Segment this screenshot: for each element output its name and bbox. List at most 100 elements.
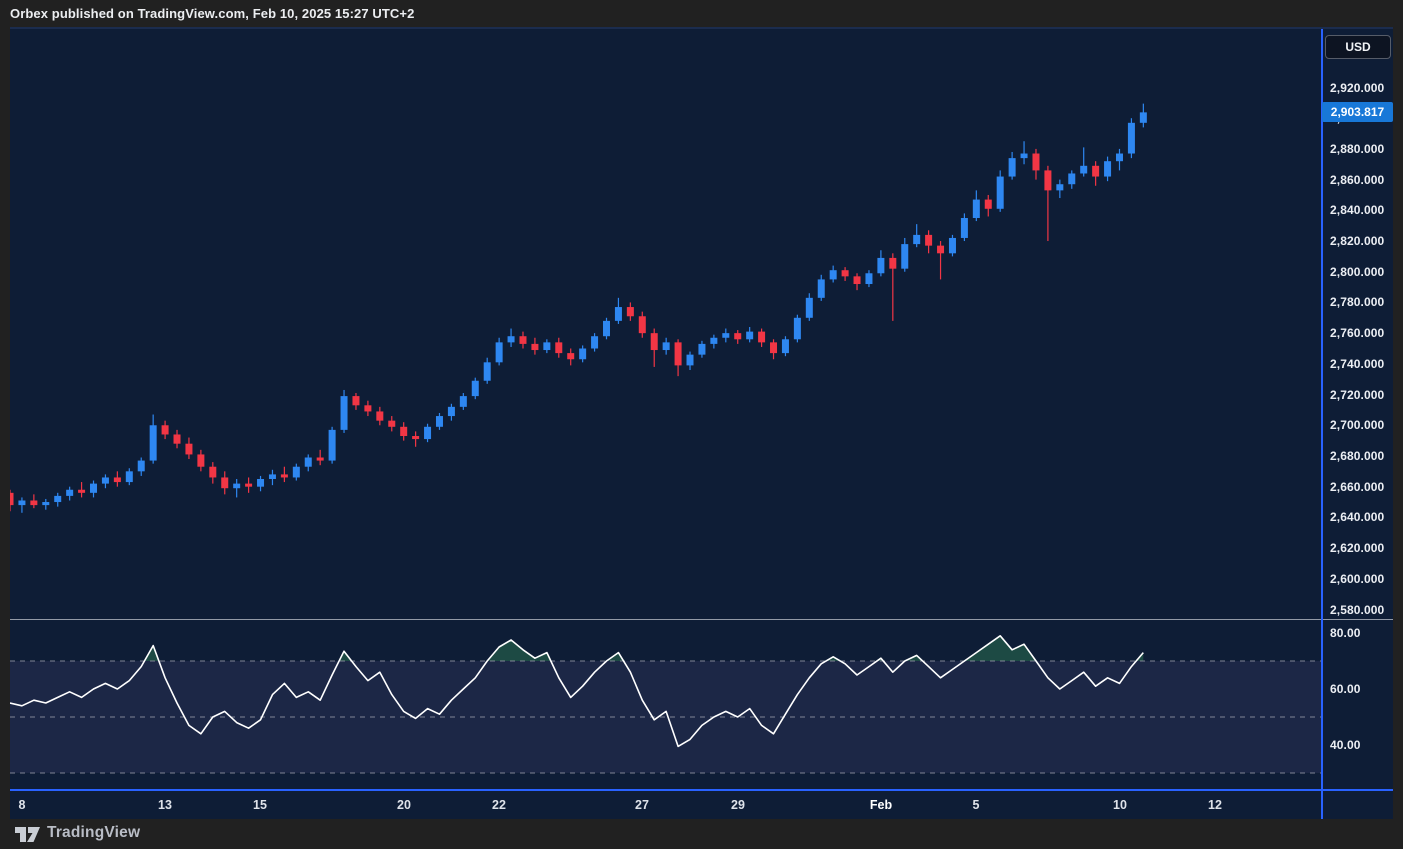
candle-body xyxy=(734,333,741,339)
candle-body xyxy=(698,344,705,355)
time-tick-label: 20 xyxy=(397,798,411,812)
candle-body xyxy=(388,421,395,427)
candle-body xyxy=(997,177,1004,209)
candle-body xyxy=(1116,154,1123,162)
price-tick-label: 2,660.000 xyxy=(1330,479,1393,495)
candle-body xyxy=(782,339,789,353)
rsi-tick-label: 60.00 xyxy=(1330,681,1393,697)
candle-body xyxy=(1140,112,1147,122)
price-tick-label: 2,680.000 xyxy=(1330,448,1393,464)
candle-body xyxy=(317,458,324,461)
candle-body xyxy=(54,496,61,502)
publish-header: Orbex published on TradingView.com, Feb … xyxy=(0,0,1403,27)
candle-body xyxy=(412,436,419,439)
candle-body xyxy=(722,333,729,338)
currency-toggle-button[interactable]: USD xyxy=(1325,35,1391,59)
candle-body xyxy=(806,298,813,318)
candle-body xyxy=(937,246,944,254)
candle-body xyxy=(269,474,276,479)
candle-body xyxy=(78,490,85,493)
rsi-pane[interactable] xyxy=(10,620,1393,789)
candle-body xyxy=(639,316,646,333)
candle-body xyxy=(830,270,837,279)
candle-body xyxy=(973,200,980,218)
time-tick-label: 10 xyxy=(1113,798,1127,812)
candle-body xyxy=(257,479,264,487)
candle-body xyxy=(114,477,121,482)
candle-body xyxy=(352,396,359,405)
candle-body xyxy=(746,332,753,340)
chart-widget[interactable]: 2,920.0002,900.0002,880.0002,860.0002,84… xyxy=(10,27,1393,817)
candle-body xyxy=(1021,154,1028,159)
candle-body xyxy=(555,342,562,353)
candle-body xyxy=(209,467,216,478)
time-tick-label: 13 xyxy=(158,798,172,812)
rsi-tick-label: 40.00 xyxy=(1330,737,1393,753)
candle-body xyxy=(985,200,992,209)
candle-body xyxy=(496,342,503,362)
candle-body xyxy=(508,336,515,342)
candle-body xyxy=(818,279,825,297)
candle-body xyxy=(1032,154,1039,171)
candle-body xyxy=(961,218,968,238)
price-tick-label: 2,640.000 xyxy=(1330,509,1393,525)
candle-body xyxy=(579,349,586,360)
candle-body xyxy=(424,427,431,439)
candle-body xyxy=(543,342,550,350)
price-tick-label: 2,740.000 xyxy=(1330,356,1393,372)
candle-body xyxy=(925,235,932,246)
candle-body xyxy=(126,471,133,482)
candle-body xyxy=(245,484,252,487)
candle-body xyxy=(663,342,670,350)
price-tick-label: 2,800.000 xyxy=(1330,264,1393,280)
candle-body xyxy=(185,444,192,455)
candle-body xyxy=(794,318,801,339)
time-tick-label: 8 xyxy=(19,798,26,812)
candle-body xyxy=(913,235,920,244)
price-tick-label: 2,820.000 xyxy=(1330,233,1393,249)
candle-body xyxy=(1128,123,1135,154)
price-tick-label: 2,840.000 xyxy=(1330,202,1393,218)
candle-body xyxy=(1056,184,1063,190)
tradingview-logo-icon[interactable] xyxy=(13,822,41,844)
candle-body xyxy=(293,467,300,478)
rsi-tick-label: 80.00 xyxy=(1330,625,1393,641)
candle-body xyxy=(1092,166,1099,177)
candle-body xyxy=(949,238,956,253)
candle-body xyxy=(329,430,336,461)
candle-body xyxy=(400,427,407,436)
time-tick-label: 12 xyxy=(1208,798,1222,812)
candle-body xyxy=(174,434,181,443)
candle-body xyxy=(531,344,538,350)
time-axis[interactable]: 8131520222729Feb51012 xyxy=(10,789,1393,819)
price-tick-label: 2,760.000 xyxy=(1330,325,1393,341)
candle-body xyxy=(567,353,574,359)
candle-body xyxy=(197,454,204,466)
candle-body xyxy=(341,396,348,430)
candle-body xyxy=(603,321,610,336)
time-tick-label: 15 xyxy=(253,798,267,812)
candle-body xyxy=(615,307,622,321)
candle-body xyxy=(675,342,682,365)
last-price-label: 2,903.817 xyxy=(1322,102,1393,122)
price-pane[interactable] xyxy=(10,29,1393,619)
price-tick-label: 2,700.000 xyxy=(1330,417,1393,433)
candle-body xyxy=(1068,173,1075,184)
candle-body xyxy=(842,270,849,276)
candle-body xyxy=(436,416,443,427)
footer-brand[interactable]: TradingView xyxy=(47,824,140,842)
candle-body xyxy=(10,493,14,505)
candle-body xyxy=(519,336,526,344)
candle-body xyxy=(627,307,634,316)
candle-body xyxy=(460,396,467,407)
candle-body xyxy=(90,484,97,493)
candle-body xyxy=(18,500,25,505)
price-tick-label: 2,920.000 xyxy=(1330,80,1393,96)
page: Orbex published on TradingView.com, Feb … xyxy=(0,0,1403,849)
price-axis-separator xyxy=(1321,29,1323,819)
candle-body xyxy=(42,502,49,505)
candlestick-chart xyxy=(10,29,1322,619)
candle-body xyxy=(364,405,371,411)
time-tick-label: Feb xyxy=(870,798,892,812)
footer: TradingView xyxy=(0,817,1403,849)
